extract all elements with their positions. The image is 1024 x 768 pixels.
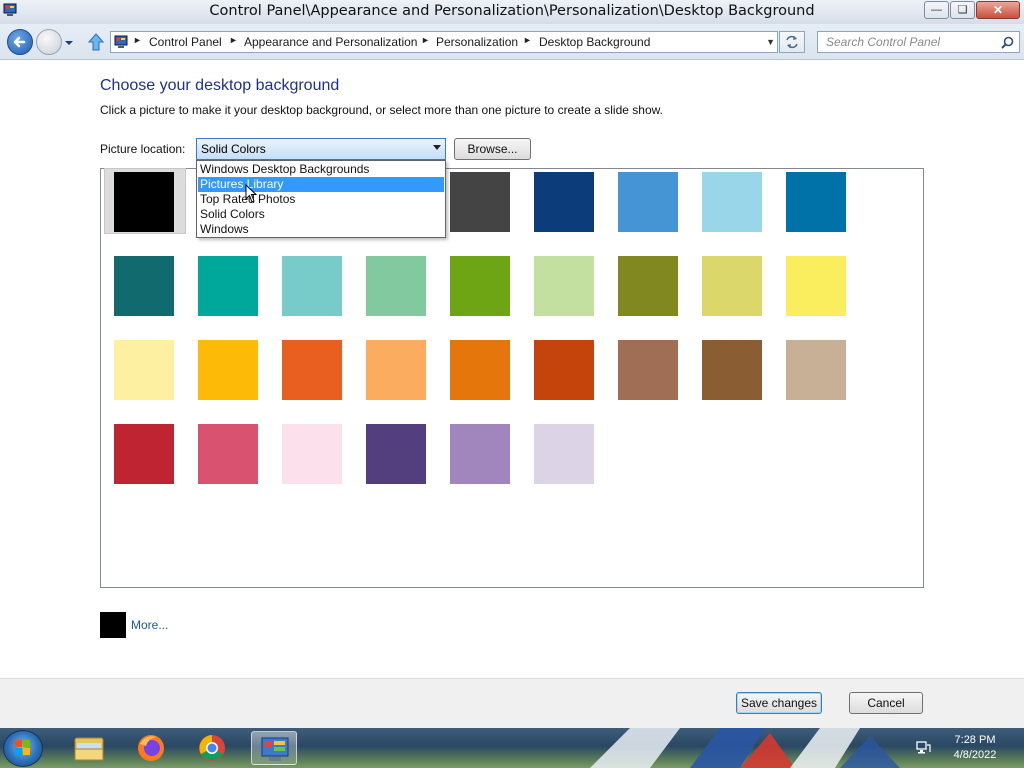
page-title: Choose your desktop background — [100, 77, 340, 94]
search-box[interactable] — [817, 31, 1020, 53]
color-swatch[interactable] — [534, 424, 594, 484]
minimize-button[interactable]: — — [924, 1, 949, 19]
color-swatch[interactable] — [450, 424, 510, 484]
close-icon: ✕ — [992, 3, 1004, 17]
browse-button[interactable]: Browse... — [454, 138, 531, 160]
color-swatch[interactable] — [702, 172, 762, 232]
forward-button[interactable] — [36, 29, 62, 55]
title-bar: Control Panel\Appearance and Personaliza… — [0, 0, 1024, 24]
color-swatch[interactable] — [114, 256, 174, 316]
color-swatch[interactable] — [702, 256, 762, 316]
search-input[interactable] — [826, 34, 996, 50]
minimize-icon: — — [931, 4, 942, 16]
taskbar-clock[interactable]: 7:28 PM 4/8/2022 — [944, 733, 1006, 763]
refresh-button[interactable] — [779, 31, 805, 53]
dropdown-option-windows-desktop-backgrounds[interactable]: Windows Desktop Backgrounds — [198, 162, 444, 177]
window-title: Control Panel\Appearance and Personaliza… — [209, 3, 815, 19]
maximize-button[interactable]: ❏ — [950, 1, 975, 19]
firefox-icon — [138, 735, 164, 761]
up-arrow-icon[interactable] — [88, 33, 104, 51]
back-arrow-icon — [13, 36, 26, 48]
current-color-swatch[interactable] — [100, 612, 126, 638]
color-swatch[interactable] — [786, 256, 846, 316]
breadcrumb-arrow-icon[interactable]: ► — [229, 35, 238, 45]
address-history-chevron-down-icon[interactable]: ▼ — [766, 37, 775, 47]
save-changes-button[interactable]: Save changes — [736, 692, 822, 714]
taskbar-firefox[interactable] — [128, 731, 174, 765]
start-button[interactable] — [3, 730, 43, 767]
breadcrumb-personalization[interactable]: Personalization — [436, 35, 518, 49]
back-button[interactable] — [7, 29, 33, 55]
chrome-icon — [199, 735, 225, 761]
color-swatch[interactable] — [282, 424, 342, 484]
navigation-bar: ► Control Panel ► Appearance and Persona… — [0, 24, 1024, 60]
clock-time: 7:28 PM — [954, 734, 996, 746]
windows-logo-icon — [15, 740, 30, 755]
color-swatch[interactable] — [366, 424, 426, 484]
color-swatch[interactable] — [366, 340, 426, 400]
more-colors-link[interactable]: More... — [131, 618, 168, 632]
color-swatch[interactable] — [618, 172, 678, 232]
clock-date: 4/8/2022 — [953, 749, 997, 761]
color-swatch[interactable] — [534, 340, 594, 400]
folder-icon — [74, 737, 104, 761]
color-swatch[interactable] — [618, 256, 678, 316]
recent-pages-chevron-down-icon[interactable] — [64, 38, 74, 48]
taskbar-control-panel[interactable] — [251, 731, 297, 765]
control-panel-icon — [261, 737, 289, 761]
color-swatch[interactable] — [198, 340, 258, 400]
color-swatch[interactable] — [450, 340, 510, 400]
network-icon[interactable] — [915, 739, 931, 755]
color-swatch[interactable] — [282, 340, 342, 400]
restore-icon: ❏ — [957, 4, 968, 16]
picture-location-label: Picture location: — [100, 142, 186, 156]
color-swatch[interactable] — [786, 172, 846, 232]
close-button[interactable]: ✕ — [976, 1, 1020, 19]
picture-location-dropdown-list: Windows Desktop Backgrounds Pictures Lib… — [196, 160, 446, 238]
chevron-down-icon — [433, 145, 441, 150]
color-swatch[interactable] — [450, 172, 510, 232]
breadcrumb-arrow-icon[interactable]: ► — [133, 35, 142, 45]
color-swatch[interactable] — [282, 256, 342, 316]
breadcrumb-arrow-icon[interactable]: ► — [421, 35, 430, 45]
dropdown-option-pictures-library[interactable]: Pictures Library — [198, 177, 444, 192]
color-swatch[interactable] — [450, 256, 510, 316]
wallpaper-strip — [590, 728, 900, 768]
refresh-icon — [786, 35, 798, 49]
dropdown-option-windows[interactable]: Windows — [198, 222, 444, 237]
color-swatch[interactable] — [114, 424, 174, 484]
breadcrumb-desktop-background[interactable]: Desktop Background — [539, 35, 650, 49]
color-swatch[interactable] — [534, 256, 594, 316]
color-swatch[interactable] — [114, 172, 174, 232]
color-swatch[interactable] — [786, 340, 846, 400]
picture-location-select[interactable]: Solid Colors — [196, 138, 446, 160]
picture-location-value: Solid Colors — [201, 142, 266, 156]
search-icon[interactable] — [1001, 36, 1014, 49]
instructions-text: Click a picture to make it your desktop … — [100, 103, 663, 117]
color-swatch[interactable] — [534, 172, 594, 232]
taskbar-file-explorer[interactable] — [66, 731, 112, 765]
breadcrumb-arrow-icon[interactable]: ► — [523, 35, 532, 45]
control-panel-icon — [114, 35, 128, 48]
color-swatch[interactable] — [618, 340, 678, 400]
dropdown-option-solid-colors[interactable]: Solid Colors — [198, 207, 444, 222]
color-swatch[interactable] — [366, 256, 426, 316]
color-swatch[interactable] — [198, 424, 258, 484]
color-swatch[interactable] — [114, 340, 174, 400]
taskbar-chrome[interactable] — [189, 731, 235, 765]
address-bar[interactable]: ► Control Panel ► Appearance and Persona… — [110, 31, 778, 53]
cancel-button[interactable]: Cancel — [849, 692, 923, 714]
mouse-cursor-icon — [245, 184, 258, 203]
color-swatch[interactable] — [198, 256, 258, 316]
breadcrumb-appearance-and-personalization[interactable]: Appearance and Personalization — [244, 35, 417, 49]
dropdown-option-top-rated-photos[interactable]: Top Rated Photos — [198, 192, 444, 207]
color-swatch[interactable] — [702, 340, 762, 400]
breadcrumb-control-panel[interactable]: Control Panel — [149, 35, 222, 49]
